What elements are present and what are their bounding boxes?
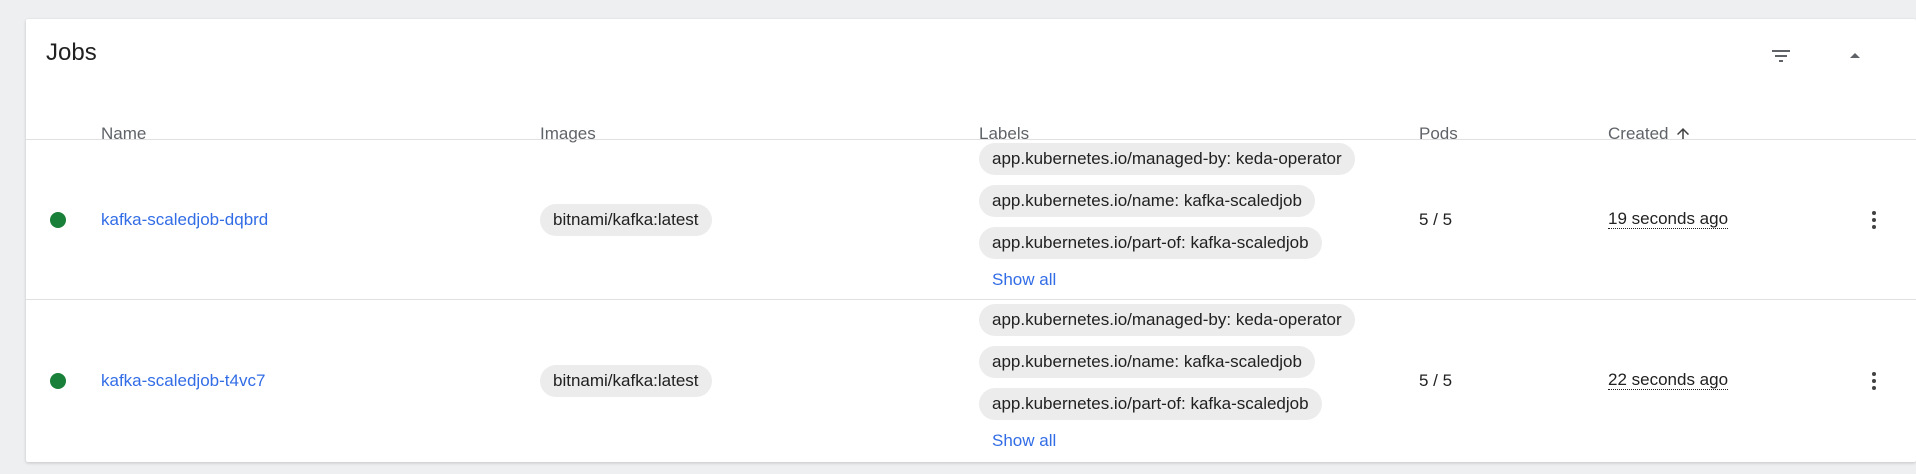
label-chip: app.kubernetes.io/managed-by: keda-opera… (979, 143, 1355, 175)
show-all-labels-link[interactable]: Show all (992, 270, 1056, 290)
labels-list: app.kubernetes.io/managed-by: keda-opera… (979, 143, 1355, 269)
row-actions-button[interactable] (1858, 365, 1890, 397)
more-vert-icon (1872, 372, 1876, 390)
label-chip: app.kubernetes.io/part-of: kafka-scaledj… (979, 388, 1322, 420)
status-success-icon (50, 373, 66, 389)
created-time: 22 seconds ago (1608, 370, 1729, 390)
arrow-drop-up-icon (1850, 53, 1860, 58)
filter-button[interactable] (1761, 36, 1801, 76)
image-chip: bitnami/kafka:latest (540, 204, 712, 236)
label-chip: app.kubernetes.io/name: kafka-scaledjob (979, 185, 1315, 217)
show-all-labels-link[interactable]: Show all (992, 431, 1056, 451)
jobs-card: Jobs Name Images Labels Pods Created kaf… (26, 19, 1916, 462)
label-chip: app.kubernetes.io/managed-by: keda-opera… (979, 304, 1355, 336)
card-title: Jobs (46, 39, 97, 66)
status-success-icon (50, 212, 66, 228)
label-chip: app.kubernetes.io/name: kafka-scaledjob (979, 346, 1315, 378)
card-header: Jobs (26, 19, 1916, 91)
job-name-link[interactable]: kafka-scaledjob-dqbrd (101, 210, 268, 230)
row-divider (26, 299, 1916, 300)
job-name-link[interactable]: kafka-scaledjob-t4vc7 (101, 371, 265, 391)
table-row: kafka-scaledjob-t4vc7 bitnami/kafka:late… (26, 301, 1916, 461)
image-chip: bitnami/kafka:latest (540, 365, 712, 397)
labels-list: app.kubernetes.io/managed-by: keda-opera… (979, 304, 1355, 430)
filter-list-icon (1772, 50, 1790, 62)
row-actions-button[interactable] (1858, 204, 1890, 236)
more-vert-icon (1872, 211, 1876, 229)
pods-count: 5 / 5 (1419, 210, 1453, 229)
created-time: 19 seconds ago (1608, 209, 1729, 229)
label-chip: app.kubernetes.io/part-of: kafka-scaledj… (979, 227, 1322, 259)
table-row: kafka-scaledjob-dqbrd bitnami/kafka:late… (26, 140, 1916, 300)
pods-count: 5 / 5 (1419, 371, 1453, 390)
collapse-button[interactable] (1835, 36, 1875, 76)
